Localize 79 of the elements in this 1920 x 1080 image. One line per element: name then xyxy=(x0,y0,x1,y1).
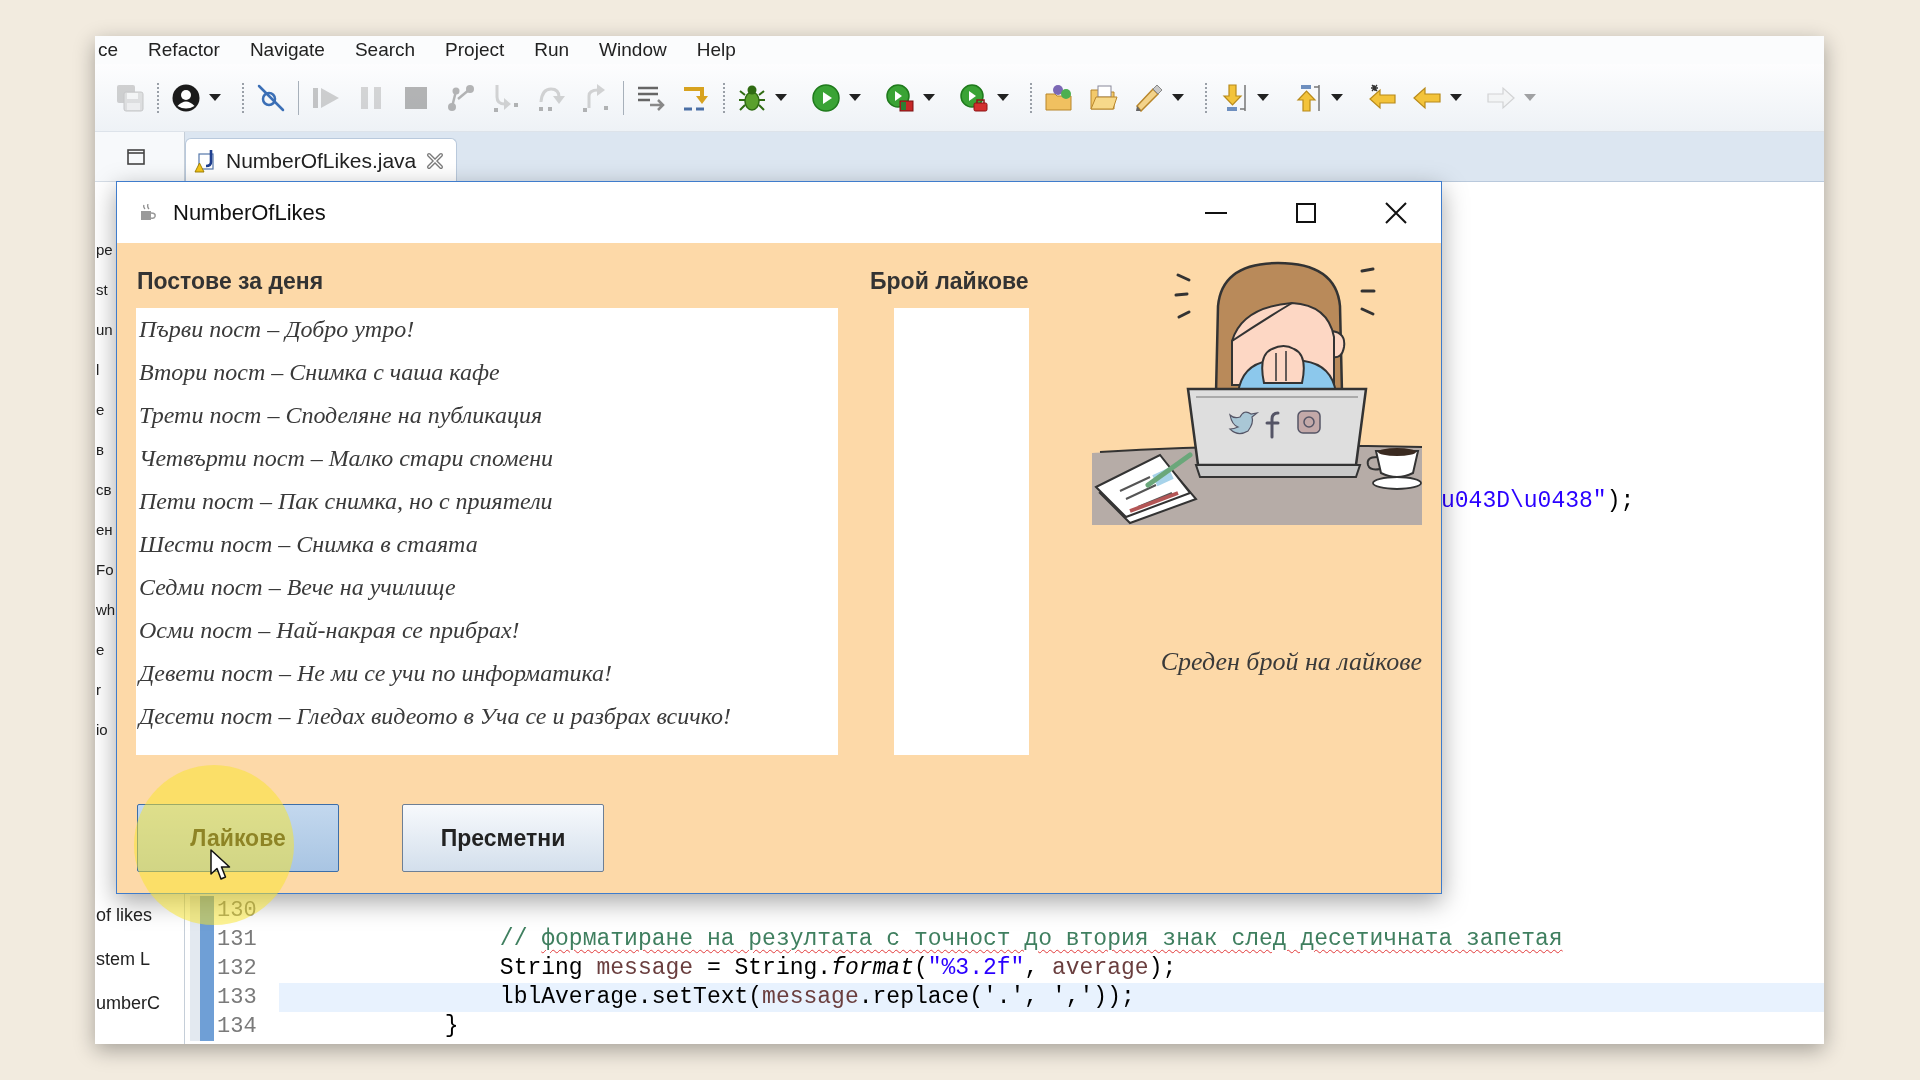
play-square-icon[interactable] xyxy=(886,83,914,112)
average-likes-label: Среден брой на лайкове xyxy=(1160,646,1422,678)
menu-item[interactable]: Refactor xyxy=(148,38,220,62)
posts-label: Постове за деня xyxy=(137,268,324,294)
caret-icon[interactable] xyxy=(1331,94,1343,101)
user-circle-icon[interactable] xyxy=(172,83,200,112)
caret-icon[interactable] xyxy=(1450,94,1462,101)
explorer-item[interactable]: l xyxy=(96,350,100,390)
arrow-up-icon[interactable] xyxy=(1294,83,1322,112)
caret-icon[interactable] xyxy=(1257,94,1269,101)
caret-icon[interactable] xyxy=(849,94,861,101)
play-icon[interactable] xyxy=(812,83,840,112)
caret-icon[interactable] xyxy=(775,94,787,101)
list-item[interactable]: Шести пост – Снимка в стаята xyxy=(136,523,838,566)
arrow-left-star-icon[interactable] xyxy=(1368,83,1396,112)
pencil-icon[interactable] xyxy=(1135,83,1163,112)
explorer-item[interactable]: Fo xyxy=(96,550,114,590)
line-number: 130 xyxy=(217,897,257,925)
list-item[interactable]: Четвърти пост – Малко стари спомени xyxy=(136,437,838,480)
mouse-pointer-icon xyxy=(210,849,232,881)
line-number: 132 xyxy=(217,955,257,983)
caret-icon[interactable] xyxy=(209,94,221,101)
code-line: lblAverage.setText(message.replace('.', ',')); xyxy=(498,983,1135,1012)
posts-listbox[interactable] xyxy=(136,308,838,755)
explorer-item[interactable]: umberC xyxy=(96,981,161,1025)
explorer-item[interactable]: ен xyxy=(96,510,113,550)
play-toolbox-icon[interactable] xyxy=(960,83,988,112)
folder-balls-icon[interactable] xyxy=(1045,83,1073,112)
explorer-item[interactable]: of likes xyxy=(96,893,153,937)
menu-item[interactable]: Help xyxy=(696,38,736,62)
explorer-item[interactable]: в xyxy=(96,430,104,470)
menu-item[interactable]: Project xyxy=(445,38,505,62)
code-line: String message = String.format("%3.2f", average); xyxy=(498,954,1177,983)
caret-icon[interactable] xyxy=(923,94,935,101)
caret-icon[interactable] xyxy=(997,94,1009,101)
menu-item[interactable]: Navigate xyxy=(249,38,325,62)
menu-item[interactable]: Search xyxy=(354,38,416,62)
explorer-item[interactable]: e xyxy=(96,630,105,670)
explorer-item[interactable]: io xyxy=(96,710,108,750)
caret-icon[interactable] xyxy=(1172,94,1184,101)
close-icon xyxy=(1385,201,1407,224)
explorer-item[interactable]: stem L xyxy=(96,937,151,981)
slashed-dot-icon[interactable] xyxy=(257,83,285,112)
maximize-icon xyxy=(1296,202,1316,223)
line-number: 134 xyxy=(217,1013,257,1041)
arrow-down-icon[interactable] xyxy=(1220,83,1248,112)
explorer-item[interactable]: r xyxy=(96,670,101,710)
likes-label: Брой лайкове xyxy=(870,268,1029,294)
list-item[interactable]: Втори пост – Снимка с чаша кафе xyxy=(136,351,838,394)
explorer-item[interactable]: un xyxy=(96,310,113,350)
list-item[interactable]: Осми пост – Най-накрая се прибрах! xyxy=(136,609,838,652)
explorer-item[interactable]: st xyxy=(96,270,108,310)
minimize-icon xyxy=(1205,211,1227,214)
menu-item[interactable]: ce xyxy=(98,38,119,62)
window-title: NumberOfLikes xyxy=(173,199,326,226)
coffee-cup-icon xyxy=(139,203,157,222)
list-item[interactable]: Десети пост – Гледах видеото в Уча се и разбрах всичко! xyxy=(136,695,838,738)
line-number: 131 xyxy=(217,926,257,954)
menu-item[interactable]: Run xyxy=(534,38,570,62)
bug-icon[interactable] xyxy=(738,83,766,112)
explorer-item[interactable]: e xyxy=(96,390,105,430)
explorer-item[interactable]: wh xyxy=(96,590,116,630)
code-line: } xyxy=(443,1012,459,1041)
list-item[interactable]: Девети пост – Не ми се учи по информатика! xyxy=(136,652,838,695)
maximize-icon[interactable] xyxy=(127,148,145,165)
list-item[interactable]: Първи пост – Добро утро! xyxy=(136,308,838,351)
list-item[interactable]: Трети пост – Споделяне на публикация xyxy=(136,394,838,437)
explorer-item[interactable]: св xyxy=(96,470,112,510)
line-number: 133 xyxy=(217,984,257,1012)
editor-tab[interactable]: NumberOfLikes.java xyxy=(185,138,458,182)
list-item[interactable]: Пети пост – Пак снимка, но с приятели xyxy=(136,480,838,523)
list-item[interactable]: Седми пост – Вече на училище xyxy=(136,566,838,609)
code-line: u043D\u0438"); xyxy=(1441,487,1635,516)
close-icon[interactable] xyxy=(426,151,445,170)
menu-item[interactable]: Window xyxy=(599,38,667,62)
explorer-item[interactable]: pe xyxy=(96,230,113,270)
code-line: // форматиране на резултата с точност до втория знак след десетичната запетая xyxy=(498,925,1563,954)
action-button[interactable]: Пресметни xyxy=(402,804,604,872)
folder-icon[interactable] xyxy=(1090,83,1118,112)
